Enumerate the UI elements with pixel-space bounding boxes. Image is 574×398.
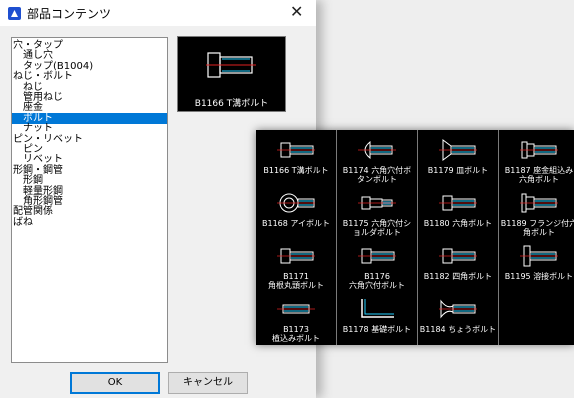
gallery-item-label: B1182 四角ボルト: [423, 272, 493, 281]
bolt-icon: [277, 248, 315, 264]
tree-item[interactable]: 軽量形鋼: [23, 186, 63, 197]
gallery-item-sublabel: 六角ボルト: [519, 175, 559, 184]
tree-item[interactable]: ピン・リベット: [13, 134, 83, 145]
gallery-item[interactable]: B1180 六角ボルト: [418, 189, 498, 249]
gallery-item-label: B1179 皿ボルト: [427, 166, 489, 175]
gallery-item[interactable]: B1178 基礎ボルト: [337, 295, 417, 345]
bolt-gallery: B1166 T溝ボルト B1168 アイボルト B1171 角根丸頭ボルト B1173 植…: [256, 130, 574, 345]
gallery-item-label: B1187 座金組込み: [504, 166, 574, 175]
gallery-item-label: B1195 溶接ボルト: [504, 272, 574, 281]
gallery-item[interactable]: B1168 アイボルト: [256, 189, 336, 249]
preview-panel: B1166 T溝ボルト: [177, 36, 286, 112]
gallery-item-label: B1178 基礎ボルト: [342, 325, 412, 334]
gallery-item[interactable]: B1171 角根丸頭ボルト: [256, 242, 336, 302]
gallery-item[interactable]: B1182 四角ボルト: [418, 242, 498, 302]
gallery-item[interactable]: B1179 皿ボルト: [418, 136, 498, 196]
window-title: 部品コンテンツ: [27, 7, 112, 21]
tree-item[interactable]: リベット: [23, 154, 63, 165]
gallery-item[interactable]: B1187 座金組込み 六角ボルト: [499, 136, 574, 196]
button-bolt-icon: [358, 140, 396, 160]
washer-bolt-icon: [520, 141, 558, 159]
gallery-item[interactable]: B1189 フランジ付六 角ボルト: [499, 189, 574, 249]
stud-icon: [277, 304, 315, 314]
square-bolt-icon: [439, 248, 477, 264]
eye-bolt-icon: [277, 193, 315, 213]
gallery-item-label: B1173: [283, 325, 309, 334]
gallery-item-label: B1189 フランジ付六: [500, 219, 574, 228]
flat-bolt-icon: [439, 139, 477, 161]
tree-item[interactable]: ねじ・ボルト: [13, 71, 73, 82]
tree-item[interactable]: 通し穴: [23, 50, 53, 61]
shoulder-bolt-icon: [358, 196, 396, 210]
bolt-icon: [277, 142, 315, 158]
preview-label: B1166 T溝ボルト: [194, 99, 269, 109]
gallery-item-label: B1184 ちょうボルト: [419, 325, 497, 334]
gallery-item-label: B1180 六角ボルト: [423, 219, 493, 228]
ok-button[interactable]: OK: [70, 372, 160, 394]
gallery-item[interactable]: B1176 六角穴付ボルト: [337, 242, 417, 302]
tree-item[interactable]: 配管関係: [13, 206, 53, 217]
socket-bolt-icon: [358, 248, 396, 264]
bolt-preview-icon: [206, 52, 256, 78]
tree-item[interactable]: ナット: [23, 123, 53, 134]
app-icon: [8, 7, 21, 20]
gallery-item[interactable]: B1173 植込みボルト: [256, 295, 336, 345]
cancel-button[interactable]: キャンセル: [168, 372, 248, 394]
gallery-item-label: B1174 六角穴付ボ: [342, 166, 412, 175]
gallery-item-label: B1171: [283, 272, 309, 281]
hex-bolt-icon: [439, 195, 477, 211]
gallery-item-sublabel: 角根丸頭ボルト: [268, 281, 324, 290]
tree-item[interactable]: 座金: [23, 102, 43, 113]
gallery-item-label: B1175 六角穴付シ: [342, 219, 412, 228]
flange-bolt-icon: [520, 193, 558, 213]
gallery-item[interactable]: B1184 ちょうボルト: [418, 295, 498, 345]
weld-bolt-icon: [520, 245, 558, 267]
title-bar: 部品コンテンツ ✕: [0, 0, 316, 26]
anchor-bolt-icon: [361, 299, 394, 318]
gallery-item-sublabel: タンボルト: [357, 175, 397, 184]
gallery-item[interactable]: B1195 溶接ボルト: [499, 242, 574, 302]
tree-item[interactable]: ねじ: [23, 82, 43, 93]
gallery-item-label: B1166 T溝ボルト: [263, 166, 329, 175]
gallery-item[interactable]: B1174 六角穴付ボ タンボルト: [337, 136, 417, 196]
tree-item[interactable]: 形鋼: [23, 175, 43, 186]
gallery-item-label: B1176: [364, 272, 390, 281]
gallery-item-sublabel: 角ボルト: [523, 228, 555, 237]
gallery-item-sublabel: 六角穴付ボルト: [349, 281, 405, 290]
close-icon[interactable]: ✕: [290, 2, 303, 21]
wing-bolt-icon: [439, 299, 477, 319]
category-tree[interactable]: 穴・タップ 通し穴 タップ(B1004) ねじ・ボルト ねじ 管用ねじ 座金 ボルト ナット ピン…: [11, 37, 168, 363]
gallery-item-sublabel: 植込みボルト: [272, 334, 320, 343]
gallery-item[interactable]: B1175 六角穴付シ ョルダボルト: [337, 189, 417, 249]
gallery-item-label: B1168 アイボルト: [262, 219, 330, 228]
tree-item[interactable]: ばね: [13, 217, 33, 228]
gallery-item-sublabel: ョルダボルト: [353, 228, 401, 237]
gallery-item[interactable]: B1166 T溝ボルト: [256, 136, 336, 196]
